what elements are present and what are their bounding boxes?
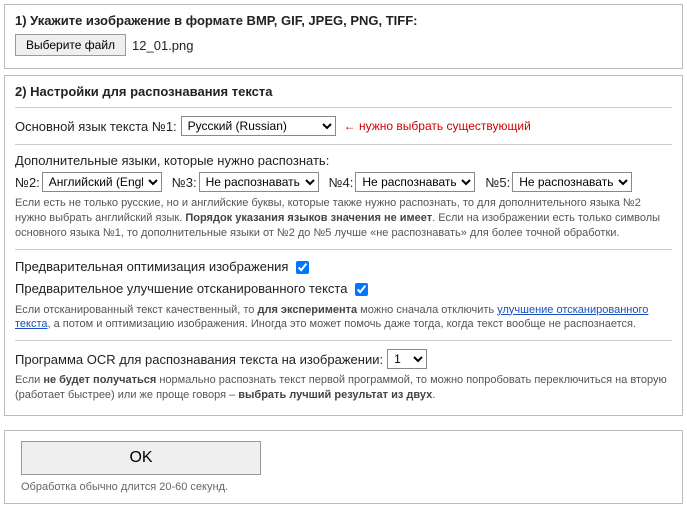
section-file: 1) Укажите изображение в формате BMP, GI… [4, 4, 683, 69]
divider [15, 144, 672, 145]
extra-langs-label: Дополнительные языки, которые нужно расп… [15, 153, 672, 168]
divider [15, 107, 672, 108]
lang2-select[interactable]: Английский (Englis [42, 172, 162, 192]
cb-improve-label: Предварительное улучшение отсканированно… [15, 280, 347, 295]
choose-file-button[interactable]: Выберите файл [15, 34, 126, 56]
section-submit: OK Обработка обычно длится 20-60 секунд. [4, 430, 683, 504]
main-lang-hint: ← нужно выбрать существующий [344, 119, 531, 133]
ok-button[interactable]: OK [21, 441, 261, 475]
divider [15, 249, 672, 250]
cb-improve[interactable] [355, 283, 368, 296]
lang4-label: №4: [329, 175, 354, 190]
ocr-program-label: Программа OCR для распознавания текста н… [15, 352, 383, 367]
section2-title: 2) Настройки для распознавания текста [15, 84, 672, 99]
lang5-select[interactable]: Не распознавать [512, 172, 632, 192]
improve-note: Если отсканированный текст качественный,… [15, 303, 672, 333]
lang3-label: №3: [172, 175, 197, 190]
selected-filename: 12_01.png [132, 38, 193, 53]
cb-optimize-label: Предварительная оптимизация изображения [15, 258, 288, 273]
processing-note: Обработка обычно длится 20-60 секунд. [21, 481, 666, 493]
lang2-label: №2: [15, 175, 40, 190]
section1-title: 1) Укажите изображение в формате BMP, GI… [15, 13, 672, 28]
divider [15, 340, 672, 341]
ocr-program-note: Если не будет получаться нормально распо… [15, 373, 672, 403]
section-settings: 2) Настройки для распознавания текста Ос… [4, 75, 683, 416]
langs-note: Если есть не только русские, но и англий… [15, 196, 672, 241]
ocr-program-select[interactable]: 1 [387, 349, 427, 369]
lang3-select[interactable]: Не распознавать [199, 172, 319, 192]
cb-optimize[interactable] [296, 261, 309, 274]
lang4-select[interactable]: Не распознавать [355, 172, 475, 192]
lang5-label: №5: [485, 175, 510, 190]
main-lang-label: Основной язык текста №1: [15, 119, 177, 134]
main-lang-select[interactable]: Русский (Russian) [181, 116, 336, 136]
